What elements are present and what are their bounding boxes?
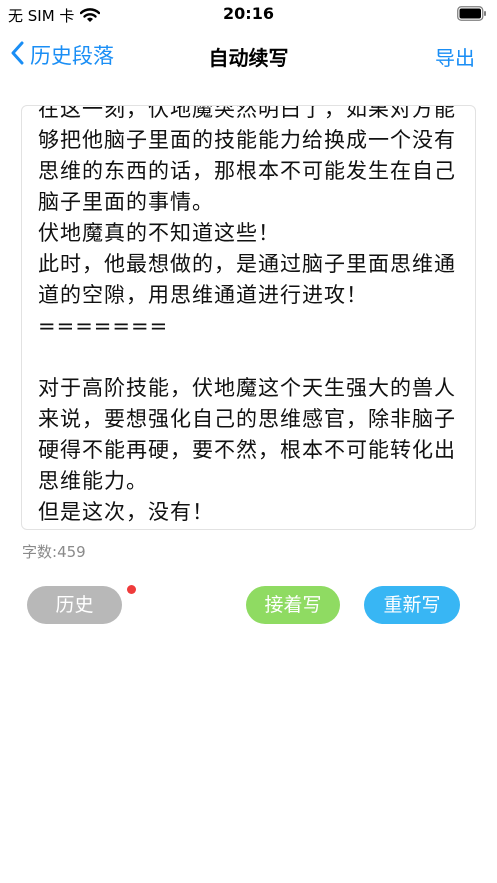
text-editor[interactable]: 在这一刻，伏地魔突然明白了，如果对方能够把他脑子里面的技能能力给换成一个没有思维… — [21, 105, 476, 530]
back-label: 历史段落 — [30, 44, 114, 68]
status-bar: 无 SIM 卡 20:16 — [0, 0, 497, 30]
notification-badge — [127, 585, 136, 594]
rewrite-button[interactable]: 重新写 — [364, 586, 460, 624]
export-button[interactable]: 导出 — [435, 42, 475, 71]
chevron-left-icon — [10, 41, 24, 69]
navigation-bar: 历史段落 自动续写 导出 — [0, 32, 497, 78]
word-count-label: 字数: — [22, 543, 58, 561]
back-button[interactable]: 历史段落 — [10, 40, 114, 70]
word-count: 字数:459 — [22, 541, 86, 562]
word-count-value: 459 — [57, 543, 86, 561]
continue-writing-button[interactable]: 接着写 — [246, 586, 340, 624]
history-button[interactable]: 历史 — [27, 586, 122, 624]
battery-icon — [457, 6, 487, 25]
status-time: 20:16 — [223, 4, 274, 23]
generated-text[interactable]: 在这一刻，伏地魔突然明白了，如果对方能够把他脑子里面的技能能力给换成一个没有思维… — [38, 106, 468, 529]
